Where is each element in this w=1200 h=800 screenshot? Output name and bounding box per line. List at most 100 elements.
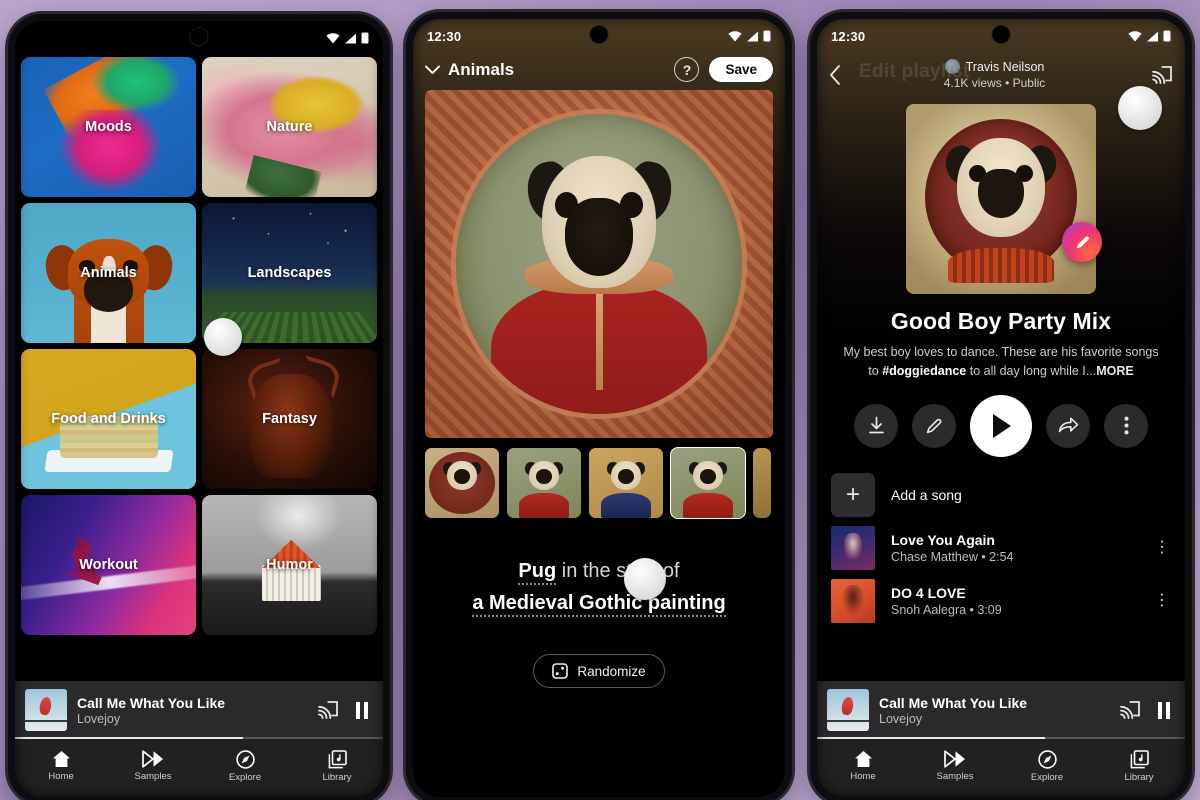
song-subtitle: Snoh Aalegra • 3:09: [891, 602, 1002, 617]
cast-icon[interactable]: [318, 701, 339, 719]
edit-button[interactable]: [912, 403, 956, 448]
save-button[interactable]: Save: [709, 57, 773, 82]
wifi-icon: [326, 32, 340, 44]
nav-item-library[interactable]: Library: [1109, 749, 1169, 783]
nav-item-explore[interactable]: Explore: [1017, 749, 1077, 783]
camera-punch-hole: [190, 28, 208, 45]
chevron-down-icon[interactable]: [425, 65, 440, 75]
owner-name: Travis Neilson: [965, 59, 1045, 74]
category-tile-humor[interactable]: Humor: [202, 495, 377, 635]
category-tile-animals[interactable]: Animals: [21, 203, 196, 343]
category-tile-workout[interactable]: Workout: [21, 495, 196, 635]
playlist-title: Good Boy Party Mix: [890, 308, 1112, 334]
share-button[interactable]: [1046, 403, 1090, 448]
explore-compass-icon: [1037, 749, 1057, 769]
variant-thumbnail[interactable]: [589, 448, 663, 518]
dice-icon: [552, 663, 569, 679]
samples-icon: [142, 750, 164, 768]
nav-item-home[interactable]: Home: [833, 750, 893, 782]
download-button[interactable]: [854, 403, 898, 448]
nav-item-label: Samples: [134, 771, 172, 782]
prompt-style-chip[interactable]: a Medieval Gothic painting: [472, 592, 726, 617]
samples-icon: [944, 750, 966, 768]
play-button[interactable]: [970, 394, 1032, 457]
mini-player[interactable]: Call Me What You Like Lovejoy: [817, 681, 1185, 739]
cursor-pointer-phone-1: [204, 318, 242, 356]
status-time: 12:30: [427, 28, 462, 44]
help-icon[interactable]: ?: [674, 57, 700, 82]
nav-item-explore[interactable]: Explore: [215, 749, 275, 783]
nav-item-label: Samples: [936, 771, 974, 782]
cast-icon[interactable]: [1120, 701, 1141, 719]
category-selector[interactable]: Animals: [425, 60, 514, 80]
plus-icon: +: [831, 472, 875, 517]
category-tile-label: Workout: [79, 557, 138, 573]
mini-player-controls: [1120, 701, 1175, 719]
category-tile-fantasy[interactable]: Fantasy: [202, 349, 377, 489]
magic-pencil-icon[interactable]: [1062, 222, 1102, 262]
category-tile-label: Animals: [80, 265, 137, 281]
mini-player-text: Call Me What You Like Lovejoy: [879, 695, 1110, 726]
status-icons: [1128, 30, 1171, 42]
more-link[interactable]: MORE: [1096, 364, 1134, 378]
prompt-line-2: a Medieval Gothic painting: [429, 588, 769, 618]
phone-1-status-bar: [15, 21, 383, 55]
playlist-action-bar: [817, 394, 1185, 457]
song-subtitle: Chase Matthew • 2:54: [891, 549, 1014, 564]
library-icon: [328, 749, 347, 769]
category-tile-food-and-drinks[interactable]: Food and Drinks: [21, 349, 196, 489]
phone-2-volume-button: [790, 262, 792, 322]
mini-player-title: Call Me What You Like: [77, 694, 226, 711]
cast-icon[interactable]: [1148, 65, 1173, 84]
battery-icon: [361, 32, 369, 44]
battery-icon: [1163, 30, 1171, 42]
nav-item-library[interactable]: Library: [307, 749, 367, 783]
pause-icon[interactable]: [1157, 701, 1171, 719]
variant-thumbnail[interactable]: [753, 448, 771, 518]
phone-2-status-bar: 12:30: [413, 19, 785, 53]
kebab-icon: [1124, 416, 1129, 435]
nav-item-label: Library: [322, 771, 352, 783]
category-tile-nature[interactable]: Nature: [202, 57, 377, 197]
variant-thumbnail-strip[interactable]: [413, 438, 785, 519]
description-hashtag: #doggiedance: [882, 363, 967, 378]
category-grid: Moods Nature Animals Landscapes Food and…: [15, 57, 383, 635]
playlist-description[interactable]: My best boy loves to dance. These are hi…: [817, 335, 1185, 381]
prompt-subject-chip[interactable]: Pug: [518, 560, 557, 585]
nav-item-home[interactable]: Home: [31, 750, 91, 782]
nav-item-samples[interactable]: Samples: [123, 750, 183, 782]
status-time: 12:30: [831, 28, 866, 44]
back-arrow-icon[interactable]: [829, 64, 841, 85]
prompt-editor: Pug in the style of a Medieval Gothic pa…: [413, 518, 785, 618]
description-part-2: to all day long while I...: [966, 363, 1097, 378]
pug-medieval-portrait: [425, 90, 773, 438]
song-list-item[interactable]: Love You Again Chase Matthew • 2:54 ⋮: [817, 517, 1185, 570]
explore-compass-icon: [235, 749, 255, 769]
phone-3-frame: 12:30 Edit playlist Travis Neilson 4.1K …: [810, 12, 1192, 800]
song-meta: DO 4 LOVE Snoh Aalegra • 3:09: [891, 585, 1137, 617]
category-tile-moods[interactable]: Moods: [21, 57, 196, 197]
mini-player[interactable]: Call Me What You Like Lovejoy: [15, 681, 383, 739]
song-overflow-icon[interactable]: ⋮: [1153, 593, 1171, 608]
nav-item-samples[interactable]: Samples: [925, 750, 985, 782]
mini-player-title: Call Me What You Like: [879, 694, 1028, 711]
randomize-button[interactable]: Randomize: [533, 654, 665, 688]
phone-3-status-bar: 12:30: [817, 19, 1185, 53]
generated-image-hero[interactable]: [425, 90, 773, 438]
signal-icon: [344, 33, 357, 44]
phone-1-screen: Moods Nature Animals Landscapes Food and…: [15, 21, 383, 797]
pause-icon[interactable]: [355, 701, 369, 719]
song-overflow-icon[interactable]: ⋮: [1153, 540, 1171, 555]
pug-playlist-cover[interactable]: [906, 104, 1102, 294]
variant-thumbnail[interactable]: [507, 448, 581, 518]
library-icon: [1130, 749, 1149, 769]
nav-item-label: Library: [1124, 771, 1154, 783]
phone-1-power-button: [388, 344, 390, 386]
wifi-icon: [728, 30, 742, 42]
more-button[interactable]: [1104, 403, 1148, 448]
bottom-nav: Home Samples Explore Library: [817, 739, 1185, 797]
song-list-item[interactable]: DO 4 LOVE Snoh Aalegra • 3:09 ⋮: [817, 570, 1185, 623]
variant-thumbnail-selected[interactable]: [670, 447, 746, 519]
variant-thumbnail[interactable]: [425, 448, 499, 518]
add-song-row[interactable]: + Add a song: [817, 457, 1185, 517]
